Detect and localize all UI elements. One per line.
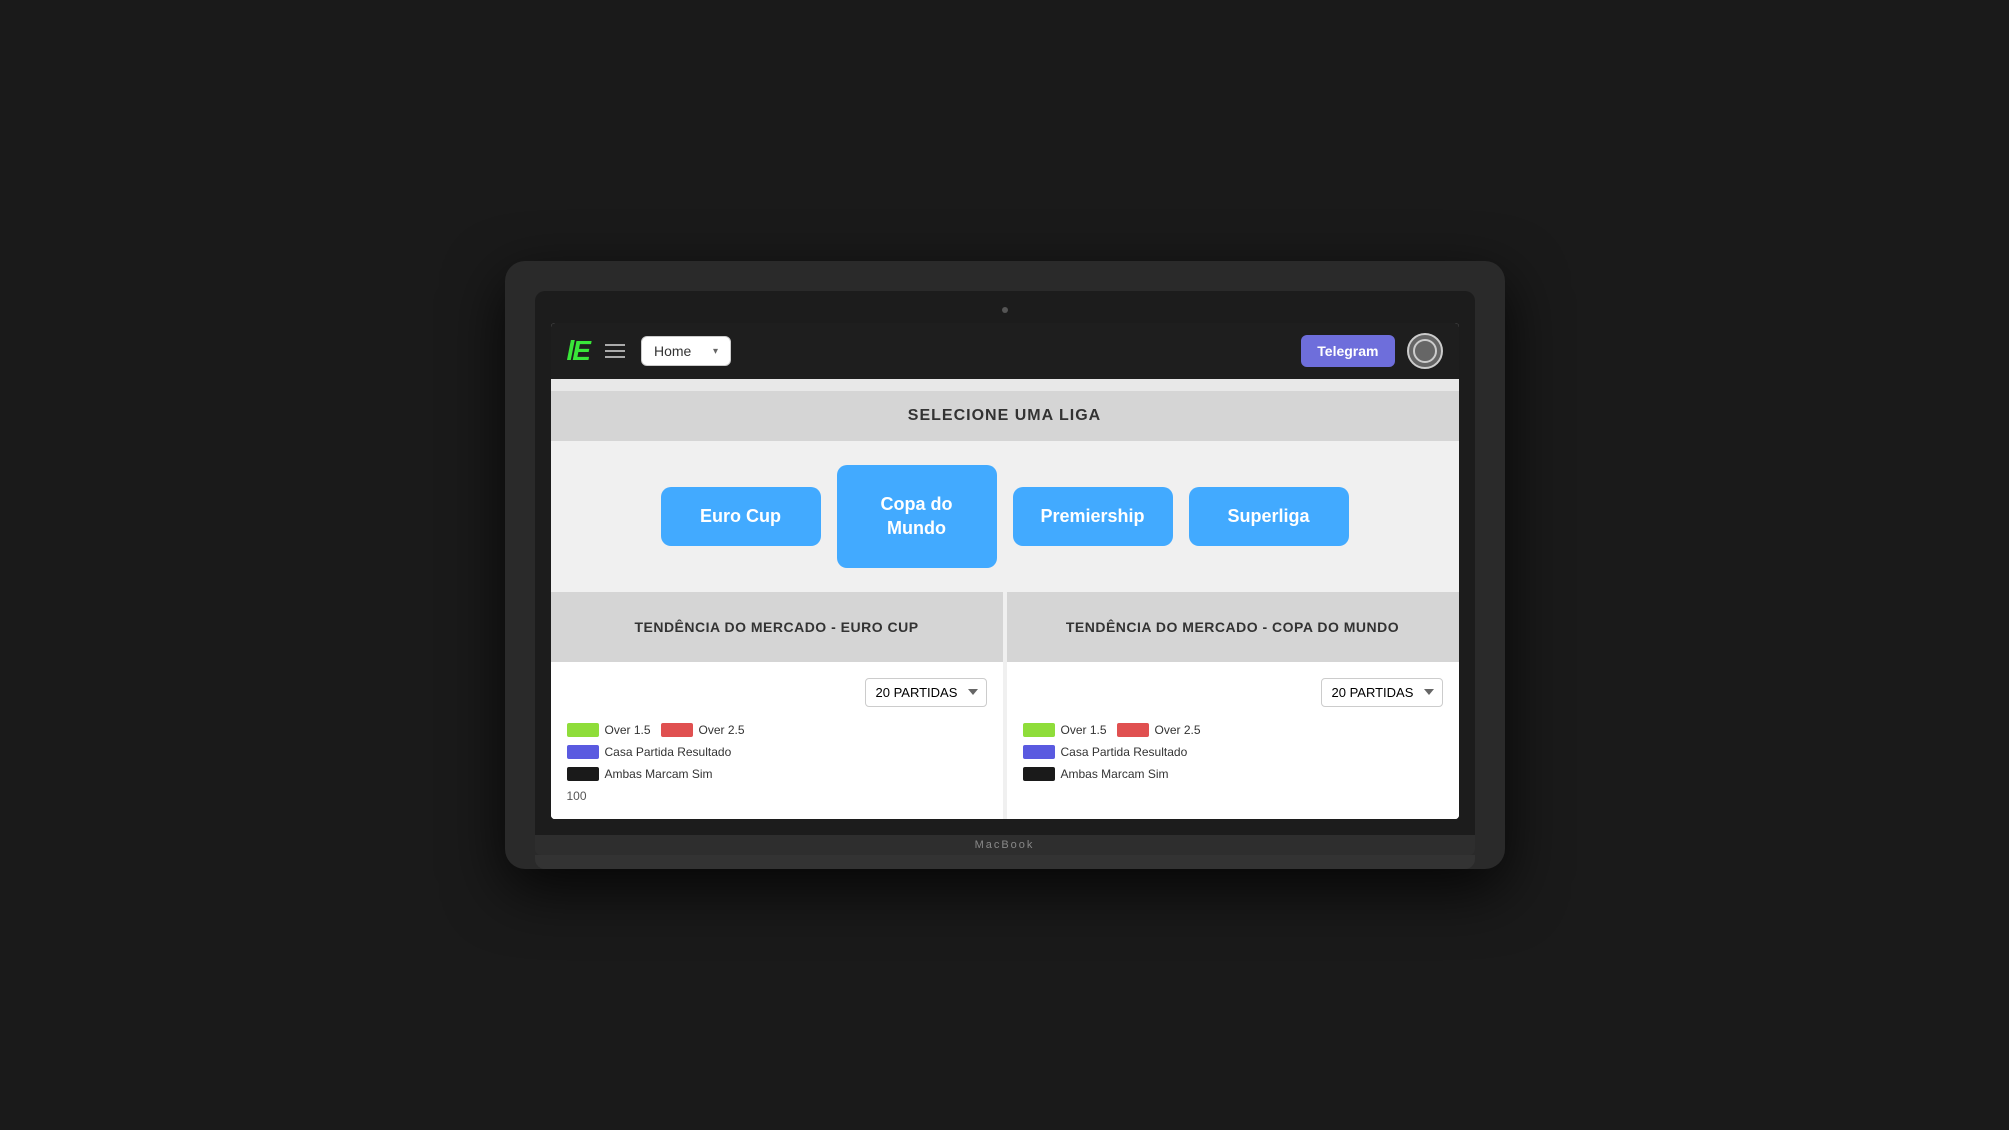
copa-over15-swatch [1023, 723, 1055, 737]
copa-over25-swatch [1117, 723, 1149, 737]
market-sections: TENDÊNCIA DO MERCADO - EURO CUP 10 PARTI… [551, 592, 1459, 819]
euro-cup-legend-row-2: Casa Partida Resultado [567, 745, 987, 759]
euro-cup-market-header: TENDÊNCIA DO MERCADO - EURO CUP [551, 592, 1003, 662]
copa-ambas-legend: Ambas Marcam Sim [1023, 767, 1169, 781]
copa-over25-legend: Over 2.5 [1117, 723, 1201, 737]
navbar: lE Home ▾ Telegram [551, 323, 1459, 379]
copa-do-mundo-market-header: TENDÊNCIA DO MERCADO - COPA DO MUNDO [1007, 592, 1459, 662]
over15-label: Over 1.5 [605, 723, 651, 737]
copa-partidas-select[interactable]: 10 PARTIDAS 20 PARTIDAS 30 PARTIDAS [1321, 678, 1443, 707]
ambas-color-swatch [567, 767, 599, 781]
dropdown-arrow-icon: ▾ [713, 346, 718, 357]
top-strip [551, 379, 1459, 391]
home-dropdown[interactable]: Home ▾ [641, 336, 731, 366]
euro-cup-y-label: 100 [567, 789, 987, 803]
laptop-base: MacBook [535, 835, 1475, 855]
copa-ambas-label: Ambas Marcam Sim [1061, 767, 1169, 781]
laptop-brand: MacBook [975, 839, 1035, 851]
copa-legend-row-2: Casa Partida Resultado [1023, 745, 1443, 759]
over25-color-swatch [661, 723, 693, 737]
euro-cup-partidas-select[interactable]: 10 PARTIDAS 20 PARTIDAS 30 PARTIDAS [865, 678, 987, 707]
copa-legend-row-1: Over 1.5 Over 2.5 [1023, 723, 1443, 737]
euro-cup-button[interactable]: Euro Cup [661, 487, 821, 546]
euro-cup-market-panel: TENDÊNCIA DO MERCADO - EURO CUP 10 PARTI… [551, 592, 1003, 819]
copa-casa-label: Casa Partida Resultado [1061, 745, 1188, 759]
ambas-label: Ambas Marcam Sim [605, 767, 713, 781]
laptop-container: lE Home ▾ Telegram SELECIONE UMA LIGA Eu… [505, 261, 1505, 869]
over25-label: Over 2.5 [699, 723, 745, 737]
over15-color-swatch [567, 723, 599, 737]
copa-legend-row-3: Ambas Marcam Sim [1023, 767, 1443, 781]
euro-cup-casa-legend: Casa Partida Resultado [567, 745, 732, 759]
euro-cup-legend-row-3: Ambas Marcam Sim [567, 767, 987, 781]
euro-cup-legend-row-1: Over 1.5 Over 2.5 [567, 723, 987, 737]
euro-cup-ambas-legend: Ambas Marcam Sim [567, 767, 713, 781]
euro-cup-over25-legend: Over 2.5 [661, 723, 745, 737]
casa-color-swatch [567, 745, 599, 759]
copa-over25-label: Over 2.5 [1155, 723, 1201, 737]
copa-over15-label: Over 1.5 [1061, 723, 1107, 737]
league-buttons-area: Euro Cup Copa doMundo Premiership Superl… [551, 441, 1459, 592]
casa-label: Casa Partida Resultado [605, 745, 732, 759]
euro-cup-over15-legend: Over 1.5 [567, 723, 651, 737]
copa-ambas-swatch [1023, 767, 1055, 781]
copa-do-mundo-button[interactable]: Copa doMundo [837, 465, 997, 568]
telegram-button[interactable]: Telegram [1301, 335, 1394, 367]
screen-bezel: lE Home ▾ Telegram SELECIONE UMA LIGA Eu… [535, 291, 1475, 835]
superliga-button[interactable]: Superliga [1189, 487, 1349, 546]
copa-over15-legend: Over 1.5 [1023, 723, 1107, 737]
camera-dot [1002, 307, 1008, 313]
copa-do-mundo-market-body: 10 PARTIDAS 20 PARTIDAS 30 PARTIDAS Over… [1007, 662, 1459, 805]
laptop-screen: lE Home ▾ Telegram SELECIONE UMA LIGA Eu… [551, 323, 1459, 819]
premiership-button[interactable]: Premiership [1013, 487, 1173, 546]
copa-casa-swatch [1023, 745, 1055, 759]
euro-cup-market-body: 10 PARTIDAS 20 PARTIDAS 30 PARTIDAS Over… [551, 662, 1003, 819]
copa-do-mundo-market-panel: TENDÊNCIA DO MERCADO - COPA DO MUNDO 10 … [1007, 592, 1459, 819]
copa-casa-legend: Casa Partida Resultado [1023, 745, 1188, 759]
user-avatar[interactable] [1407, 333, 1443, 369]
laptop-stand [535, 855, 1475, 869]
logo: lE [567, 337, 589, 365]
home-dropdown-label: Home [654, 343, 691, 359]
hamburger-menu[interactable] [601, 340, 629, 362]
section-title: SELECIONE UMA LIGA [551, 391, 1459, 441]
